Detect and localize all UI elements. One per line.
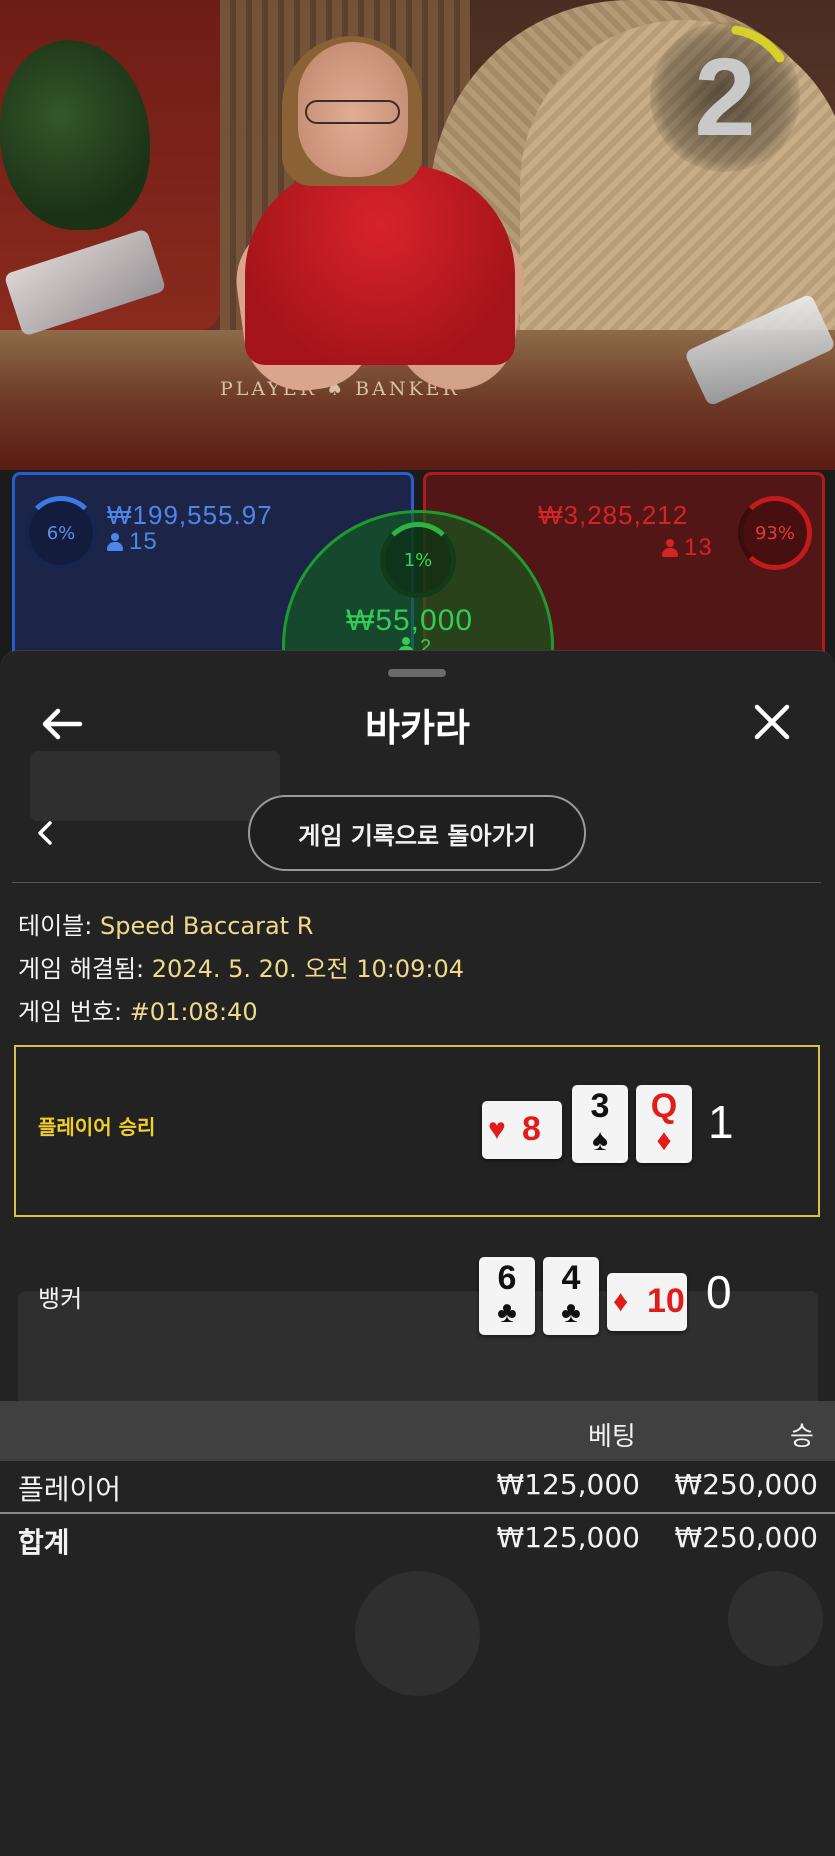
person-icon [107,533,123,551]
player-score: 1 [708,1096,734,1148]
card-rank: 10 [647,1282,685,1320]
card-rank: 6 [497,1259,517,1297]
total-row-win: ₩250,000 [674,1521,818,1554]
player-bettor-count: 15 [107,528,158,556]
tie-percent: 1% [403,549,433,571]
bet-row-win: ₩250,000 [674,1468,818,1501]
tie-percent-ring: 1% [380,522,456,598]
playing-card: 6 ♣ [479,1257,535,1335]
banker-bettor-count: 13 [662,534,713,562]
table-divider [0,1512,835,1514]
banker-percent: 93% [754,522,795,544]
playing-card: 8 ♥ [482,1101,562,1159]
resolved-info: 게임 해결됨: 2024. 5. 20. 오전 10:09:04 [18,955,465,983]
live-video: PLAYER ♠ BANKER 2 [0,0,835,470]
card-suit-icon: ♠ [592,1124,608,1157]
countdown-timer: 2 [650,22,800,172]
total-row-bet: ₩125,000 [496,1521,640,1554]
playing-card: Q ♦ [636,1085,692,1163]
playing-card: 10 ♦ [607,1273,687,1331]
back-to-history-button[interactable]: 게임 기록으로 돌아가기 [248,795,586,871]
underlay [355,1571,480,1696]
card-suit-icon: ♥ [488,1113,506,1146]
dealer-glasses [305,100,400,124]
sheet-title: 바카라 [365,706,470,750]
player-win-label: 플레이어 승리 [38,1115,156,1139]
countdown-number: 2 [694,36,756,159]
card-suit-icon: ♣ [561,1296,581,1329]
banker-label: 뱅커 [38,1285,83,1313]
close-icon[interactable] [747,697,797,747]
tie-total-amount: ₩55,000 [346,604,474,637]
win-column-header: 승 [790,1422,814,1452]
drag-handle[interactable] [388,669,446,677]
table-name: Speed Baccarat R [99,912,314,940]
player-total-amount: ₩199,555.97 [107,500,273,530]
chevron-left-icon[interactable] [30,817,62,849]
card-suit-icon: ♣ [497,1296,517,1329]
dealer-body [245,165,515,365]
card-suit-icon: ♦ [656,1124,672,1157]
person-icon [662,539,678,557]
bet-row-bet: ₩125,000 [496,1468,640,1501]
game-number: #01:08:40 [129,998,258,1026]
game-history-sheet: 바카라 게임 기록으로 돌아가기 테이블: Speed Baccarat R 게… [0,650,835,1856]
card-rank: 8 [522,1110,541,1148]
resolved-time: 2024. 5. 20. 오전 10:09:04 [151,955,465,983]
card-rank: 3 [590,1087,610,1125]
table-info: 테이블: Speed Baccarat R [18,912,314,940]
card-suit-icon: ♦ [613,1285,629,1318]
bet-column-header: 베팅 [588,1422,636,1452]
playing-card: 4 ♣ [543,1257,599,1335]
banker-percent-ring: 93% [738,496,812,570]
card-rank: Q [650,1087,678,1125]
playing-card: 3 ♠ [572,1085,628,1163]
game-number-info: 게임 번호: #01:08:40 [18,998,258,1026]
player-percent: 6% [46,522,76,544]
total-row-name: 합계 [18,1526,70,1559]
bets-table-header [0,1401,835,1461]
divider [12,882,821,883]
card-rank: 4 [561,1259,581,1297]
underlay [728,1571,823,1666]
banker-total-amount: ₩3,285,212 [538,500,689,530]
player-percent-ring: 6% [24,496,98,570]
underlay [30,751,280,821]
banker-score: 0 [706,1266,732,1318]
bet-row-name: 플레이어 [18,1473,122,1506]
